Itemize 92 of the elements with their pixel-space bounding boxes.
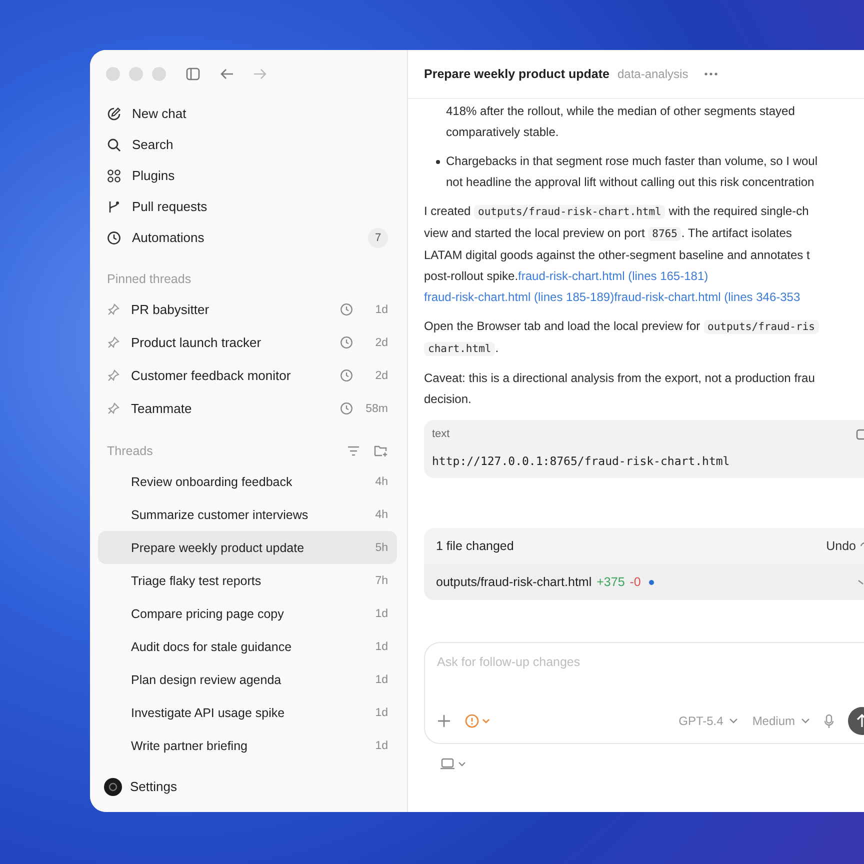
thread-title: Prepare weekly product update [424, 67, 610, 81]
thread-age: 58m [364, 402, 388, 414]
nav-item[interactable]: Plugins [98, 160, 397, 191]
count-badge: 7 [368, 228, 388, 248]
lines-removed: -0 [630, 575, 641, 589]
status-dot-icon [648, 580, 654, 584]
chevron-icon [801, 718, 810, 724]
bullet-text: Chargebacks in that segment rose much faster than volume, so I woul not headline the approval lift without calling out this risk concentration [446, 153, 818, 191]
pinned-thread[interactable]: Product launch tracker 2d [98, 326, 397, 359]
chevron-icon[interactable] [858, 579, 864, 585]
thread-age: 1d [374, 740, 388, 752]
nav-label: Plugins [132, 168, 176, 183]
branch-icon [107, 200, 121, 214]
changes-title: 1 file changed [436, 539, 514, 553]
file-link[interactable]: fraud-risk-chart.html (lines 185-189) [424, 290, 614, 304]
thread-age: 1d [374, 304, 388, 316]
nav-label: Search [132, 137, 174, 152]
thread-age: 5h [374, 542, 388, 554]
settings-item[interactable]: Settings [98, 771, 397, 802]
window-control-dot[interactable] [152, 67, 166, 81]
clock-icon [107, 230, 121, 244]
changed-file-row[interactable]: outputs/fraud-risk-chart.html +375 -0 [424, 564, 864, 600]
laptop-icon[interactable] [440, 758, 468, 770]
message-paragraph: Caveat: this is a directional analysis from the export, not a production frau decision. [424, 370, 816, 408]
back-arrow-icon[interactable] [220, 68, 234, 80]
code-text: http://127.0.0.1:8765/fraud-risk-chart.html [432, 454, 731, 468]
thread-item[interactable]: Review onboarding feedback 4h [98, 465, 397, 498]
thread-age: 4h [374, 476, 388, 488]
send-button-icon[interactable] [848, 707, 864, 735]
nav-item[interactable]: Search [98, 129, 397, 160]
nav-label: Pull requests [132, 199, 208, 214]
pin-icon [107, 303, 120, 316]
grid-icon [107, 168, 121, 182]
thread-age: 2d [374, 370, 388, 382]
project-tag: data-analysis [617, 67, 688, 81]
sidebar-toggle-icon[interactable] [185, 66, 201, 82]
nav-item[interactable]: New chat [98, 98, 397, 129]
avatar-icon [104, 778, 122, 796]
file-link[interactable]: fraud-risk-chart.html (lines 346-353 [614, 290, 800, 304]
section-header: Pinned threads [106, 271, 192, 288]
window-control-dot[interactable] [129, 67, 143, 81]
compose-icon [107, 106, 121, 120]
thread-item[interactable]: Triage flaky test reports 7h [98, 564, 397, 597]
thread-item[interactable]: Summarize customer interviews 4h [98, 498, 397, 531]
clock-icon [340, 369, 353, 382]
chevron-icon [729, 718, 738, 724]
lines-added: +375 [596, 575, 625, 589]
pin-icon [107, 402, 120, 415]
microphone-icon[interactable] [824, 714, 834, 728]
thread-age: 1d [374, 608, 388, 620]
thread-age: 2d [374, 336, 388, 348]
plus-icon[interactable] [437, 714, 451, 728]
undo-button[interactable]: Undo [826, 539, 856, 553]
thread-age: 1d [374, 640, 388, 652]
thread-age: 7h [374, 574, 388, 586]
more-icon[interactable] [704, 72, 718, 76]
pin-icon [107, 369, 120, 382]
window-control-dot[interactable] [106, 67, 120, 81]
pinned-thread[interactable]: Teammate 58m [98, 392, 397, 425]
message-paragraph: I created outputs/fraud-risk-chart.html with the required single-ch view and started the local preview on port 8765 . The artifact isolates LATAM digital goods against the other-segment baseline and annotates t post-rollout spike.fraud-risk-chart.html (lines 165-181) fraud-risk-chart.html (lines 185-189)fraud-risk-chart.html (lines 346-353 [424, 203, 811, 306]
nav-label: Automations [132, 230, 206, 245]
filter-icon[interactable] [347, 445, 360, 457]
thread-item[interactable]: Prepare weekly product update 5h [98, 531, 397, 564]
file-name: outputs/fraud-risk-chart.html [436, 575, 592, 589]
thread-age: 4h [374, 508, 388, 520]
section-header: Threads [107, 444, 153, 458]
pin-icon [107, 336, 120, 349]
clock-icon [340, 336, 353, 349]
copy-icon[interactable] [856, 428, 864, 440]
nav-item[interactable]: Pull requests [98, 191, 397, 222]
message-input[interactable]: Ask for follow-up changes [437, 655, 864, 669]
pinned-thread[interactable]: PR babysitter 1d [98, 293, 397, 326]
code-language: text [432, 428, 450, 440]
forward-arrow-icon[interactable] [253, 68, 267, 80]
message-paragraph: Open the Browser tab and load the local preview for outputs/fraud-ris chart.html . [424, 316, 864, 360]
thread-item[interactable]: Investigate API usage spike 1d [98, 696, 397, 729]
thread-age: 1d [374, 706, 388, 718]
alert-icon[interactable] [465, 714, 491, 728]
bullet-text: 418% after the rollout, while the median of other segments stayed comparatively stable. [446, 103, 795, 141]
pinned-thread[interactable]: Customer feedback monitor 2d [98, 359, 397, 392]
nav-label: New chat [132, 106, 188, 121]
clock-icon [340, 402, 353, 415]
search-icon [107, 138, 121, 152]
thread-item[interactable]: Write partner briefing 1d [98, 729, 397, 762]
new-folder-icon[interactable] [374, 445, 388, 457]
thread-item[interactable]: Plan design review agenda 1d [98, 663, 397, 696]
file-link[interactable]: fraud-risk-chart.html (lines 165-181) [518, 269, 708, 283]
clock-icon [340, 303, 353, 316]
thread-age: 1d [374, 674, 388, 686]
nav-item[interactable]: Automations 7 [98, 222, 397, 253]
thread-item[interactable]: Audit docs for stale guidance 1d [98, 630, 397, 663]
thread-item[interactable]: Compare pricing page copy 1d [98, 597, 397, 630]
